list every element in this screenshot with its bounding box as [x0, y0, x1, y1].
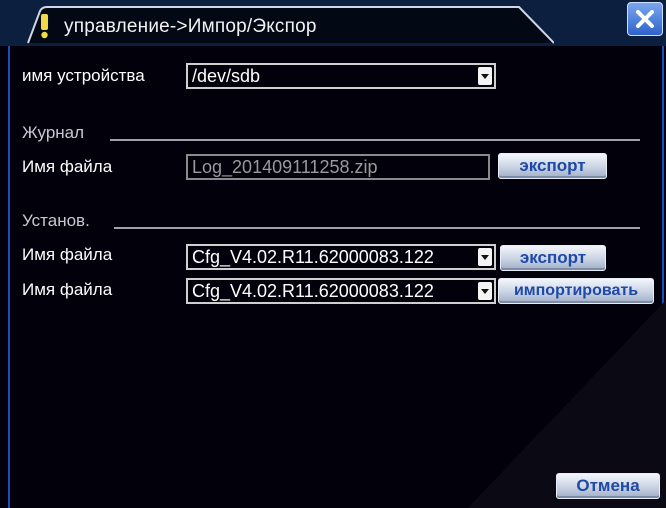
- close-button[interactable]: [627, 2, 663, 36]
- device-label: имя устройства: [22, 66, 145, 85]
- window-title: управление->Импор/Экспор: [64, 16, 317, 37]
- chevron-down-icon[interactable]: [478, 67, 492, 85]
- exclamation-icon: [34, 13, 56, 39]
- settings-section-heading: Установ.: [22, 211, 90, 230]
- settings-section-divider: [114, 227, 640, 229]
- log-export-button[interactable]: экспорт: [498, 153, 607, 179]
- chevron-down-icon[interactable]: [478, 248, 492, 266]
- import-export-dialog: управление->Импор/Экспор имя устройства …: [0, 0, 666, 508]
- title-bar: управление->Импор/Экспор: [0, 0, 666, 46]
- log-section-heading: Журнал: [22, 123, 85, 142]
- settings-import-file-label: Имя файла: [22, 280, 113, 299]
- device-value: /dev/sdb: [192, 66, 261, 86]
- settings-export-file-label: Имя файла: [22, 245, 113, 264]
- close-icon: [636, 10, 654, 28]
- settings-import-button[interactable]: импортировать: [498, 278, 654, 304]
- settings-export-file-value: Cfg_V4.02.R11.62000083.122: [192, 247, 434, 267]
- settings-export-button[interactable]: экспорт: [500, 245, 606, 271]
- cancel-button[interactable]: Отмена: [556, 473, 660, 499]
- chevron-down-icon[interactable]: [478, 282, 492, 300]
- log-file-value: Log_201409111258.zip: [192, 157, 378, 177]
- log-section-divider: [110, 139, 640, 141]
- device-select[interactable]: /dev/sdb: [186, 63, 496, 89]
- log-file-field: Log_201409111258.zip: [186, 154, 490, 180]
- title-tab: управление->Импор/Экспор: [14, 5, 554, 45]
- settings-export-file-select[interactable]: Cfg_V4.02.R11.62000083.122: [186, 244, 496, 270]
- log-file-label: Имя файла: [22, 157, 113, 176]
- settings-import-file-value: Cfg_V4.02.R11.62000083.122: [192, 281, 434, 301]
- settings-import-file-select[interactable]: Cfg_V4.02.R11.62000083.122: [186, 278, 496, 304]
